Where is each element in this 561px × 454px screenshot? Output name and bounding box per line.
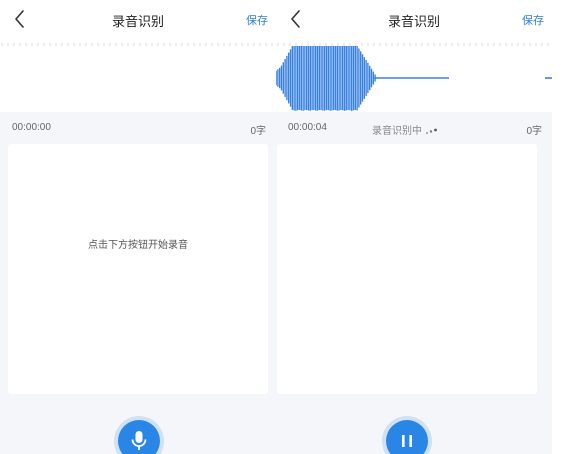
waveform-bar bbox=[352, 45, 355, 111]
waveform-bar bbox=[280, 65, 283, 91]
waveform-bar bbox=[286, 55, 288, 101]
waveform-bar bbox=[360, 51, 362, 105]
waveform-bar bbox=[356, 45, 358, 111]
waveform-bar bbox=[315, 45, 317, 111]
waveform-bar bbox=[343, 45, 346, 111]
elapsed-time: 00:00:04 bbox=[288, 122, 327, 133]
waveform-bar bbox=[309, 45, 311, 111]
page-title: 录音识别 bbox=[111, 14, 164, 29]
waveform-bar bbox=[284, 59, 286, 97]
waveform-bar bbox=[372, 71, 374, 85]
waveform-bar bbox=[279, 67, 281, 89]
waveform-bar bbox=[304, 45, 306, 111]
record-button[interactable] bbox=[118, 420, 160, 454]
waveform-bar bbox=[291, 46, 293, 110]
recording-panel-idle: 录音识别 保存 00:00:00 0字 点击下方按钮开始录音 bbox=[0, 0, 276, 454]
waveform-bar bbox=[300, 45, 302, 111]
waveform-bar bbox=[288, 52, 290, 104]
waveform-bar bbox=[358, 48, 360, 108]
waveform-bar bbox=[276, 70, 277, 86]
waveform-bar bbox=[363, 57, 365, 99]
waveform-bar bbox=[365, 60, 367, 96]
elapsed-time: 00:00:00 bbox=[12, 122, 51, 133]
waveform-bar bbox=[361, 54, 364, 102]
waveform-bar bbox=[293, 45, 295, 111]
waveform-area bbox=[0, 46, 276, 112]
status-row: 00:00:04 录音识别中 0字 bbox=[276, 118, 552, 138]
waveform-bar bbox=[282, 62, 284, 94]
waveform-bar bbox=[329, 45, 331, 111]
recognition-status-text: 录音识别中 bbox=[372, 126, 422, 137]
loading-dots-icon bbox=[425, 128, 437, 135]
waveform-bar bbox=[298, 45, 301, 111]
waveform-bar bbox=[307, 45, 310, 111]
pause-icon bbox=[402, 435, 412, 447]
page-title: 录音识别 bbox=[387, 14, 440, 29]
waveform-bar bbox=[351, 45, 353, 111]
waveform-area bbox=[276, 45, 552, 112]
waveform-bar bbox=[295, 45, 297, 111]
transcript-card: 点击下方按钮开始录音 bbox=[8, 144, 268, 394]
waveform-bar bbox=[342, 45, 344, 111]
waveform-bar bbox=[338, 45, 340, 111]
waveform-bar bbox=[297, 45, 299, 111]
status-row: 00:00:00 0字 bbox=[0, 118, 276, 138]
waveform-bar bbox=[320, 45, 322, 111]
right-margin bbox=[552, 0, 561, 454]
waveform-bar bbox=[277, 69, 279, 87]
header: 录音识别 保存 bbox=[276, 0, 552, 38]
waveform-bar bbox=[370, 68, 373, 88]
waveform-bar bbox=[322, 45, 324, 111]
waveform-bar bbox=[318, 45, 320, 111]
waveform-bar bbox=[354, 45, 356, 111]
waveform-bar bbox=[369, 65, 371, 91]
timeline-ruler bbox=[0, 38, 276, 48]
waveform-bar bbox=[340, 45, 342, 111]
waveform-bar bbox=[306, 45, 308, 111]
timeline-ruler bbox=[276, 38, 552, 48]
waveform-bar bbox=[331, 45, 333, 111]
save-button[interactable]: 保存 bbox=[246, 12, 268, 28]
pause-button[interactable] bbox=[386, 420, 428, 454]
waveform-bar bbox=[302, 45, 304, 111]
waveform-bar bbox=[313, 45, 315, 111]
transcript-card bbox=[277, 144, 537, 394]
recognition-status: 录音识别中 bbox=[372, 122, 439, 137]
waveform-bar bbox=[316, 45, 319, 111]
waveform-bar bbox=[334, 45, 337, 111]
header: 录音识别 保存 bbox=[0, 0, 276, 38]
word-count: 0字 bbox=[526, 126, 542, 137]
waveform-bar bbox=[333, 45, 335, 111]
waveform-bar bbox=[289, 49, 292, 107]
waveform-bar bbox=[324, 45, 326, 111]
save-button[interactable]: 保存 bbox=[522, 12, 544, 28]
waveform-bar bbox=[327, 45, 329, 111]
word-count: 0字 bbox=[250, 126, 266, 137]
waveform-bar bbox=[347, 45, 349, 111]
empty-hint: 点击下方按钮开始录音 bbox=[88, 240, 188, 251]
waveform-bar bbox=[349, 45, 351, 111]
waveform-bar bbox=[367, 62, 369, 94]
microphone-icon bbox=[131, 431, 147, 450]
recording-panel-active: 录音识别 保存 00:00:04 录音识别中 0字 bbox=[276, 0, 552, 454]
waveform-bar bbox=[336, 45, 338, 111]
waveform-bar bbox=[325, 45, 328, 111]
audio-waveform bbox=[276, 45, 552, 111]
waveform-bar bbox=[311, 45, 313, 111]
waveform-bar bbox=[345, 45, 347, 111]
